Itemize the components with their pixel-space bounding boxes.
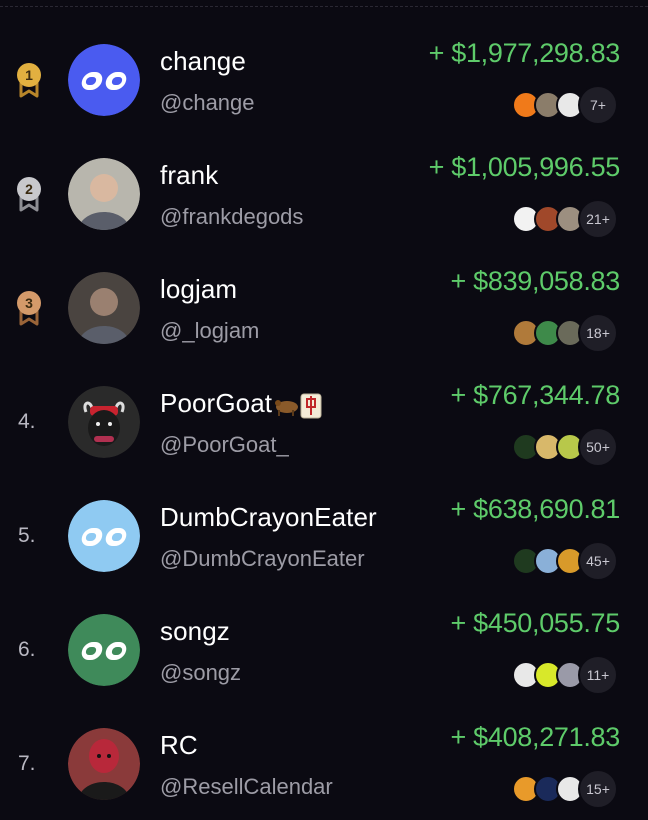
trader-handle[interactable]: @_logjam: [160, 318, 259, 344]
token-holdings-stack[interactable]: 11+: [512, 655, 618, 695]
token-holdings-stack[interactable]: 50+: [512, 427, 618, 467]
rank-number: 6.: [18, 638, 36, 661]
bronze-medal-icon: 3: [10, 288, 48, 328]
top-divider: [0, 6, 648, 7]
trader-name-text: DumbCrayonEater: [160, 502, 377, 532]
leaderboard-row[interactable]: 5. DumbCrayonEater @DumbCrayonEater + $638…: [0, 472, 648, 586]
more-tokens-count[interactable]: 7+: [578, 85, 618, 125]
profit-amount: + $1,977,298.83: [428, 38, 621, 68]
trader-name[interactable]: DumbCrayonEater: [160, 502, 377, 533]
avatar[interactable]: [68, 500, 140, 572]
leaderboard-row[interactable]: 2 frank @frankdegods + $1,005,996.55 21+: [0, 130, 648, 244]
avatar[interactable]: [68, 614, 140, 686]
profit-amount: + $767,344.78: [450, 380, 620, 410]
more-tokens-count[interactable]: 15+: [578, 769, 618, 809]
leaderboard-row[interactable]: 6. songz @songz + $450,055.75 11+: [0, 586, 648, 700]
svg-text:1: 1: [25, 67, 33, 83]
avatar[interactable]: [68, 728, 140, 800]
more-tokens-count[interactable]: 21+: [578, 199, 618, 239]
trader-name[interactable]: RC: [160, 730, 198, 761]
profit-amount: + $638,690.81: [450, 494, 620, 524]
trader-name[interactable]: frank: [160, 160, 218, 191]
more-tokens-count[interactable]: 45+: [578, 541, 618, 581]
rank-number: 4.: [18, 410, 36, 433]
trader-name[interactable]: PoorGoat: [160, 388, 324, 419]
trader-name[interactable]: change: [160, 46, 246, 77]
trader-name-text: RC: [160, 730, 198, 760]
more-tokens-count[interactable]: 11+: [578, 655, 618, 695]
rank-number: 7.: [18, 752, 36, 775]
trader-name-text: songz: [160, 616, 230, 646]
trader-name-text: frank: [160, 160, 219, 190]
trader-handle[interactable]: @PoorGoat_: [160, 432, 289, 458]
token-holdings-stack[interactable]: 18+: [512, 313, 618, 353]
trader-name-text: logjam: [160, 274, 238, 304]
mahjong-tile-icon: [300, 393, 324, 419]
svg-text:2: 2: [25, 181, 33, 197]
more-tokens-count[interactable]: 18+: [578, 313, 618, 353]
trader-handle[interactable]: @ResellCalendar: [160, 774, 333, 800]
leaderboard-row[interactable]: 3 logjam @_logjam + $839,058.83 18+: [0, 244, 648, 358]
leaderboard-row[interactable]: 4. PoorGoat @PoorGoat_ + $767,344.78 50+: [0, 358, 648, 472]
profit-amount: + $839,058.83: [450, 266, 620, 296]
svg-text:3: 3: [25, 295, 33, 311]
more-tokens-count[interactable]: 50+: [578, 427, 618, 467]
trader-handle[interactable]: @DumbCrayonEater: [160, 546, 365, 572]
gold-medal-icon: 1: [10, 60, 48, 100]
leaderboard-row[interactable]: 7. RC @ResellCalendar + $408,271.83 15+: [0, 700, 648, 814]
silver-medal-icon: 2: [10, 174, 48, 214]
trader-handle[interactable]: @change: [160, 90, 255, 116]
token-holdings-stack[interactable]: 45+: [512, 541, 618, 581]
avatar[interactable]: [68, 272, 140, 344]
leaderboard-list: 1 change @change + $1,977,298.83 7+ 2 frank…: [0, 16, 648, 814]
avatar[interactable]: [68, 44, 140, 116]
trader-name[interactable]: logjam: [160, 274, 237, 305]
ox-emoji-icon: [274, 393, 299, 417]
token-holdings-stack[interactable]: 7+: [512, 85, 618, 125]
trader-name-text: PoorGoat: [160, 388, 273, 418]
trader-name[interactable]: songz: [160, 616, 230, 647]
trader-handle[interactable]: @frankdegods: [160, 204, 303, 230]
trader-handle[interactable]: @songz: [160, 660, 241, 686]
rank-number: 5.: [18, 524, 36, 547]
profit-amount: + $450,055.75: [450, 608, 620, 638]
avatar[interactable]: [68, 158, 140, 230]
profit-amount: + $1,005,996.55: [428, 152, 621, 182]
avatar[interactable]: [68, 386, 140, 458]
leaderboard-row[interactable]: 1 change @change + $1,977,298.83 7+: [0, 16, 648, 130]
trader-name-text: change: [160, 46, 246, 76]
profit-amount: + $408,271.83: [450, 722, 620, 752]
token-holdings-stack[interactable]: 15+: [512, 769, 618, 809]
token-holdings-stack[interactable]: 21+: [512, 199, 618, 239]
